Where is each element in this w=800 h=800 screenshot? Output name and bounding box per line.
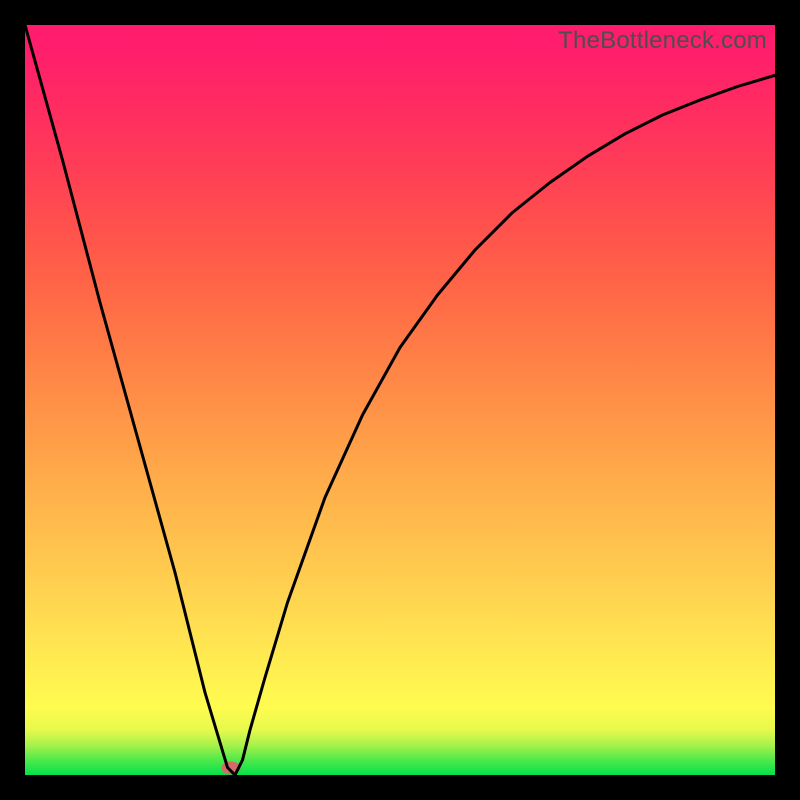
watermark-text: TheBottleneck.com xyxy=(558,27,767,55)
bottleneck-curve xyxy=(25,25,775,775)
chart-frame: TheBottleneck.com xyxy=(25,25,775,775)
